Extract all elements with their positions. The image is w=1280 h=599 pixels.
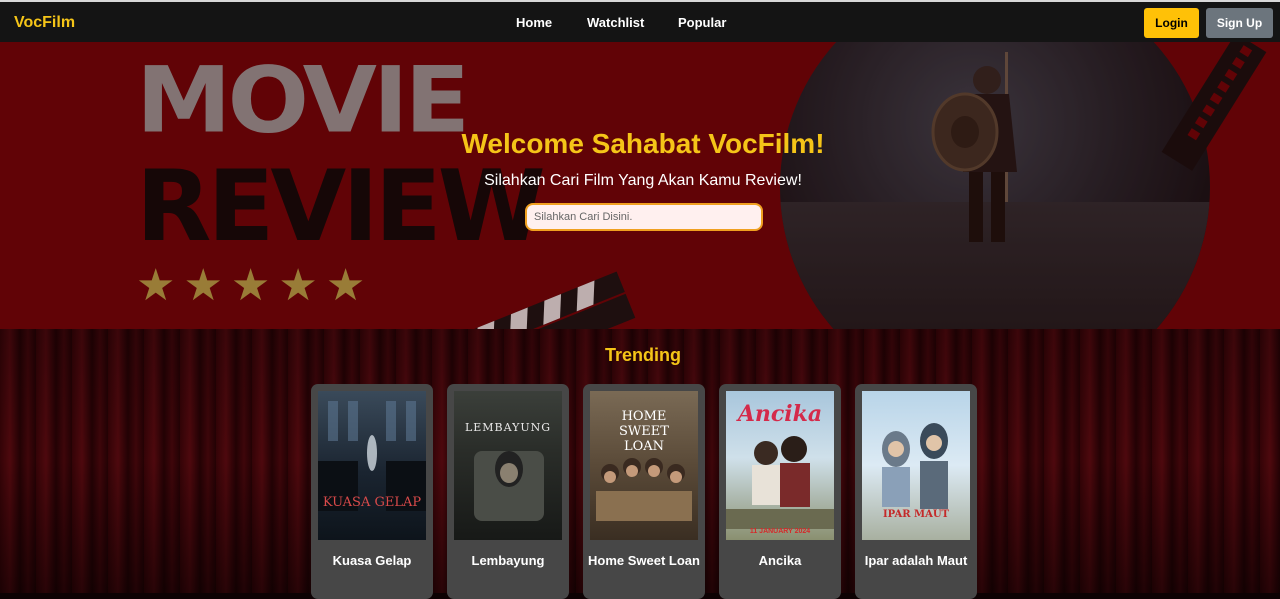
poster-title-text: Ancika [737, 401, 823, 427]
movie-title: Kuasa Gelap [332, 553, 412, 568]
hero-banner: MOVIE REVIEW ★ ★ ★ ★ ★ Welcome Sahabat V… [0, 42, 1280, 329]
hero-title: Welcome Sahabat VocFilm! [461, 128, 825, 159]
movie-title: Home Sweet Loan [588, 553, 700, 568]
star-icon: ★ [183, 261, 223, 310]
navbar: VocFilm Home Watchlist Popular Login Sig… [0, 0, 1280, 42]
star-icon: ★ [278, 261, 318, 310]
nav-home-link[interactable]: Home [516, 15, 552, 30]
movie-title: Ipar adalah Maut [864, 553, 968, 568]
rating-stars-decoration: ★ ★ ★ ★ ★ [136, 264, 365, 308]
bg-review-text: REVIEW [136, 150, 546, 264]
movie-card[interactable]: IPAR MAUT Ipar adalah Maut [855, 384, 977, 599]
nav-watchlist-link[interactable]: Watchlist [587, 15, 644, 30]
movie-poster[interactable]: IPAR MAUT [862, 391, 970, 540]
movie-title: Ancika [758, 553, 802, 568]
star-icon: ★ [230, 261, 271, 310]
poster-title-text: IPAR MAUT [882, 509, 949, 520]
star-icon: ★ [136, 261, 176, 310]
login-button[interactable]: Login [1144, 8, 1199, 38]
poster-title-text: LEMBAYUNG [464, 421, 552, 434]
trending-title: Trending [605, 345, 681, 365]
hero-subtitle: Silahkan Cari Film Yang Akan Kamu Review… [484, 172, 802, 189]
poster-date-text: 11 JANUARY 2024 [749, 528, 811, 535]
poster-title-text: KUASA GELAP [322, 495, 422, 510]
movie-poster[interactable]: HOME SWEET LOAN [590, 391, 698, 540]
movie-card[interactable]: LEMBAYUNG Lembayung [447, 384, 569, 599]
movie-poster[interactable]: Ancika 11 JANUARY 2024 [726, 391, 834, 540]
movie-poster[interactable]: KUASA GELAP [318, 391, 426, 540]
brand-logo[interactable]: VocFilm [14, 14, 75, 32]
poster-title-text: HOME SWEET LOAN [619, 409, 669, 454]
signup-button[interactable]: Sign Up [1206, 8, 1273, 38]
search-input[interactable] [525, 203, 763, 231]
nav-popular-link[interactable]: Popular [678, 15, 726, 30]
trending-section: Trending KUASA GELAP Kuasa Gelap LEMBAYU… [0, 329, 1280, 599]
movie-poster[interactable]: LEMBAYUNG [454, 391, 562, 540]
clapperboard-icon [468, 271, 636, 329]
movie-card[interactable]: KUASA GELAP Kuasa Gelap [311, 384, 433, 599]
warrior-silhouette [931, 52, 1017, 242]
star-icon: ★ [325, 261, 366, 310]
movie-title: Lembayung [471, 553, 545, 568]
movie-card[interactable]: HOME SWEET LOAN Home Sweet Loan [583, 384, 705, 599]
movie-card[interactable]: Ancika 11 JANUARY 2024 Ancika [719, 384, 841, 599]
